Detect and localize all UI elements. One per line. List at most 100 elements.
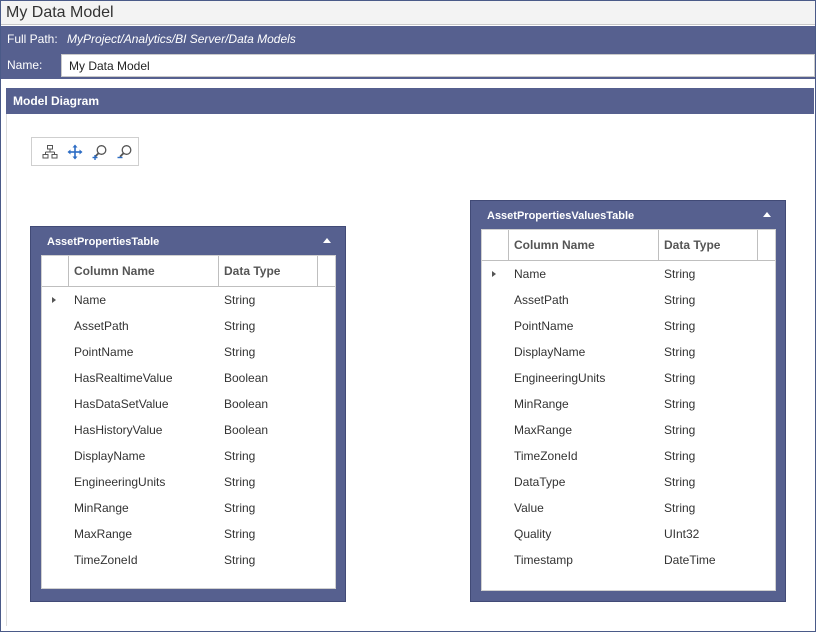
column-name-cell[interactable]: PointName (508, 313, 658, 339)
row-header[interactable] (482, 495, 508, 521)
column-name-cell[interactable]: HasDataSetValue (68, 391, 218, 417)
zoom-in-button[interactable] (87, 141, 112, 163)
data-type-cell[interactable]: String (658, 391, 758, 417)
data-type-cell[interactable]: String (218, 495, 318, 521)
zoom-out-button[interactable] (112, 141, 137, 163)
column-name-cell[interactable]: HasRealtimeValue (68, 365, 218, 391)
row-header[interactable] (42, 417, 68, 443)
data-type-cell[interactable]: UInt32 (658, 521, 758, 547)
data-type-cell[interactable]: String (658, 261, 758, 287)
data-type-header[interactable]: Data Type (658, 230, 758, 260)
row-header[interactable] (42, 313, 68, 339)
row-header[interactable] (42, 469, 68, 495)
row-header[interactable] (42, 391, 68, 417)
data-type-cell[interactable]: String (218, 287, 318, 313)
column-name-cell[interactable]: AssetPath (68, 313, 218, 339)
data-type-cell[interactable]: String (658, 469, 758, 495)
row-header[interactable] (42, 547, 68, 573)
row-header[interactable] (482, 443, 508, 469)
data-type-cell[interactable]: String (658, 495, 758, 521)
table-row[interactable]: MaxRange String (42, 521, 335, 547)
table-row[interactable]: MinRange String (42, 495, 335, 521)
column-name-cell[interactable]: EngineeringUnits (68, 469, 218, 495)
column-name-cell[interactable]: MinRange (68, 495, 218, 521)
data-type-cell[interactable]: String (218, 313, 318, 339)
row-header[interactable] (482, 417, 508, 443)
row-header[interactable] (42, 521, 68, 547)
column-name-cell[interactable]: Timestamp (508, 547, 658, 573)
column-name-cell[interactable]: TimeZoneId (508, 443, 658, 469)
table-row[interactable]: AssetPath String (482, 287, 775, 313)
data-type-cell[interactable]: String (218, 339, 318, 365)
row-header[interactable] (482, 547, 508, 573)
column-name-cell[interactable]: DisplayName (68, 443, 218, 469)
data-type-cell[interactable]: DateTime (658, 547, 758, 573)
data-type-cell[interactable]: String (658, 339, 758, 365)
row-header[interactable] (482, 391, 508, 417)
column-name-cell[interactable]: EngineeringUnits (508, 365, 658, 391)
row-header[interactable] (482, 521, 508, 547)
table-row[interactable]: DisplayName String (42, 443, 335, 469)
data-type-cell[interactable]: String (658, 417, 758, 443)
column-name-cell[interactable]: DisplayName (508, 339, 658, 365)
collapse-arrow-icon[interactable] (323, 238, 331, 243)
table-row[interactable]: MinRange String (482, 391, 775, 417)
table-row[interactable]: HasRealtimeValue Boolean (42, 365, 335, 391)
row-header[interactable] (482, 365, 508, 391)
column-name-cell[interactable]: MaxRange (68, 521, 218, 547)
data-type-cell[interactable]: String (218, 443, 318, 469)
asset-properties-table-card[interactable]: AssetPropertiesTable Column Name Data Ty… (30, 226, 346, 602)
data-type-header[interactable]: Data Type (218, 256, 318, 286)
column-name-cell[interactable]: HasHistoryValue (68, 417, 218, 443)
column-name-cell[interactable]: Quality (508, 521, 658, 547)
column-name-cell[interactable]: TimeZoneId (68, 547, 218, 573)
table-row[interactable]: HasDataSetValue Boolean (42, 391, 335, 417)
data-type-cell[interactable]: String (658, 313, 758, 339)
column-name-cell[interactable]: DataType (508, 469, 658, 495)
auto-layout-button[interactable] (37, 141, 62, 163)
collapse-arrow-icon[interactable] (763, 212, 771, 217)
row-header[interactable] (42, 443, 68, 469)
column-name-cell[interactable]: PointName (68, 339, 218, 365)
row-header[interactable] (482, 261, 508, 287)
column-name-header[interactable]: Column Name (508, 230, 658, 260)
table-row[interactable]: Value String (482, 495, 775, 521)
column-name-cell[interactable]: Name (508, 261, 658, 287)
table-row[interactable]: TimeZoneId String (42, 547, 335, 573)
pan-button[interactable] (62, 141, 87, 163)
asset-properties-values-table-card[interactable]: AssetPropertiesValuesTable Column Name D… (470, 200, 786, 602)
column-name-cell[interactable]: MinRange (508, 391, 658, 417)
data-type-cell[interactable]: String (658, 287, 758, 313)
column-name-cell[interactable]: Value (508, 495, 658, 521)
table-row[interactable]: Name String (42, 287, 335, 313)
table-row[interactable]: HasHistoryValue Boolean (42, 417, 335, 443)
name-input[interactable] (61, 54, 815, 77)
data-type-cell[interactable]: String (218, 547, 318, 573)
table-row[interactable]: PointName String (482, 313, 775, 339)
column-name-cell[interactable]: AssetPath (508, 287, 658, 313)
table-row[interactable]: Quality UInt32 (482, 521, 775, 547)
row-header[interactable] (42, 365, 68, 391)
table-row[interactable]: EngineeringUnits String (482, 365, 775, 391)
table-row[interactable]: DataType String (482, 469, 775, 495)
table-row[interactable]: MaxRange String (482, 417, 775, 443)
column-name-cell[interactable]: Name (68, 287, 218, 313)
table-row[interactable]: DisplayName String (482, 339, 775, 365)
row-header[interactable] (482, 339, 508, 365)
table-row[interactable]: TimeZoneId String (482, 443, 775, 469)
data-type-cell[interactable]: Boolean (218, 391, 318, 417)
data-type-cell[interactable]: String (218, 469, 318, 495)
column-name-cell[interactable]: MaxRange (508, 417, 658, 443)
data-type-cell[interactable]: Boolean (218, 417, 318, 443)
table-row[interactable]: Timestamp DateTime (482, 547, 775, 573)
row-header[interactable] (482, 287, 508, 313)
data-type-cell[interactable]: String (658, 443, 758, 469)
data-type-cell[interactable]: String (218, 521, 318, 547)
table-row[interactable]: EngineeringUnits String (42, 469, 335, 495)
table-row[interactable]: Name String (482, 261, 775, 287)
row-header[interactable] (482, 313, 508, 339)
data-type-cell[interactable]: Boolean (218, 365, 318, 391)
column-name-header[interactable]: Column Name (68, 256, 218, 286)
row-header[interactable] (482, 469, 508, 495)
data-type-cell[interactable]: String (658, 365, 758, 391)
